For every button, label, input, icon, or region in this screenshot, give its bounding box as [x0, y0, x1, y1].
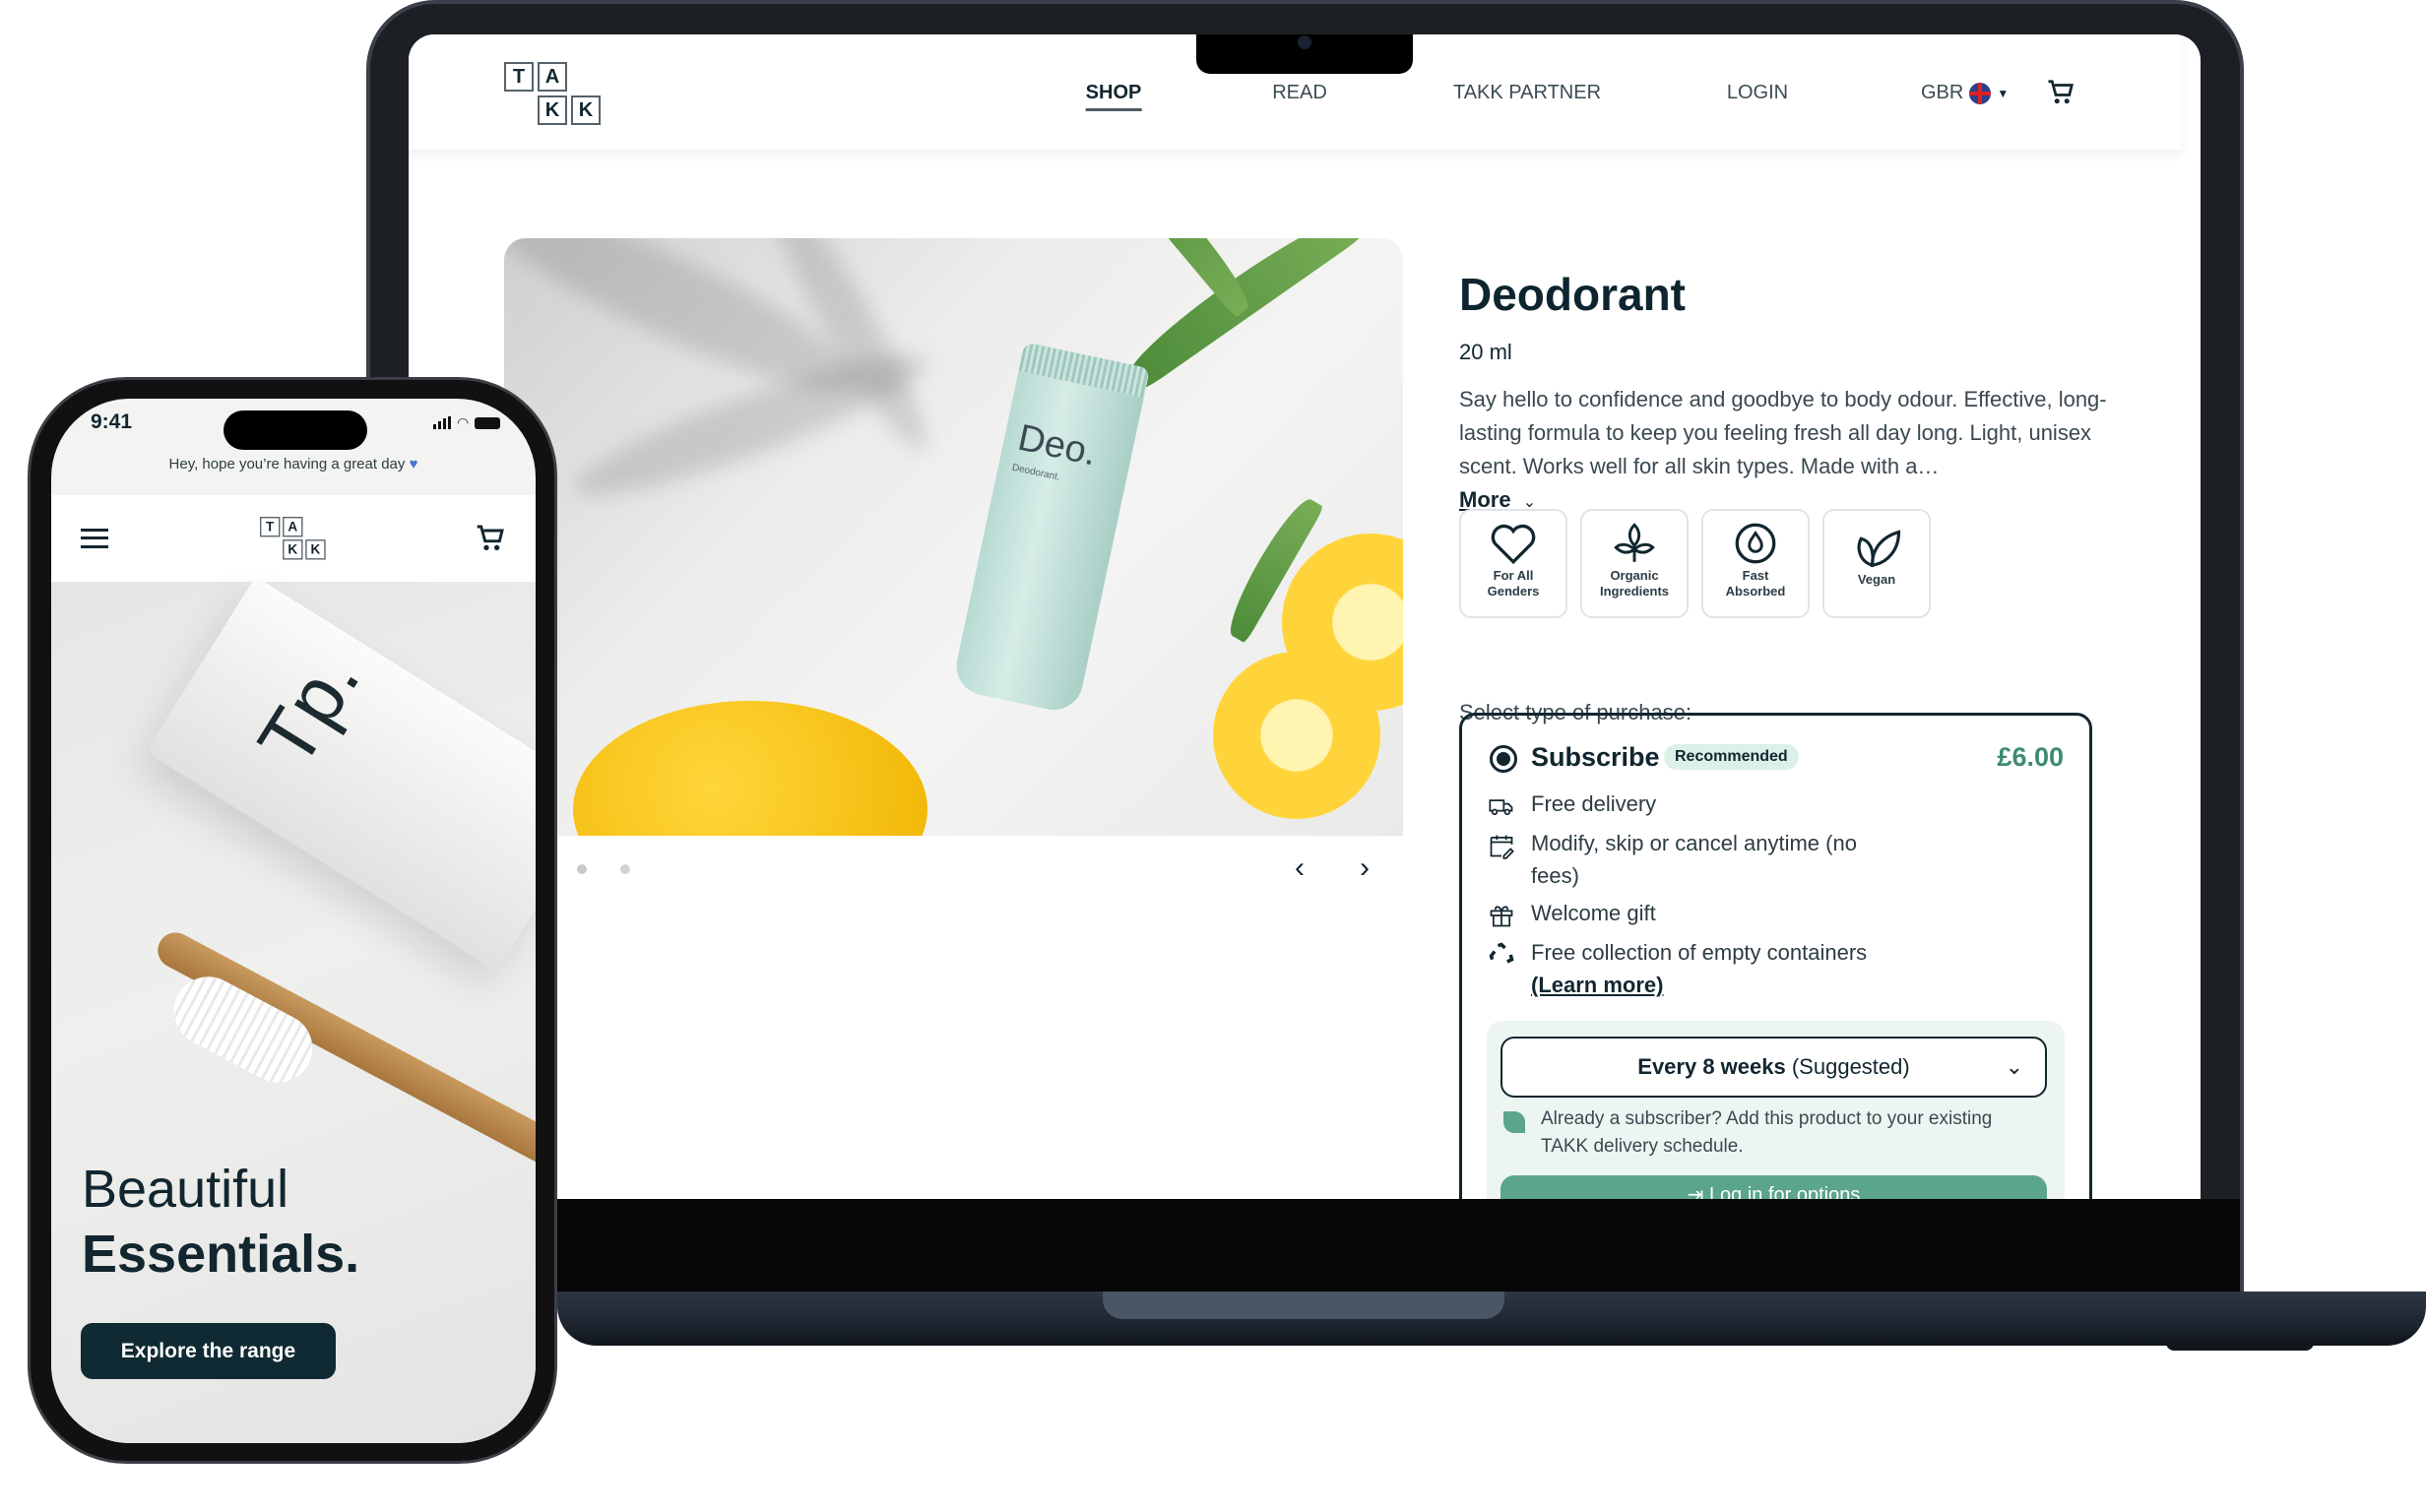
status-icons: ◠: [433, 414, 501, 430]
product-title: Deodorant: [1459, 269, 1686, 320]
hero-headline-line2: Essentials.: [82, 1225, 360, 1284]
camera-icon: [1298, 35, 1311, 49]
login-for-options-button[interactable]: ⇥ Log in for options: [1500, 1175, 2047, 1199]
product-description: Say hello to confidence and goodbye to b…: [1459, 387, 2107, 478]
feature-modify: Modify, skip or cancel anytime (no fees): [1531, 831, 1857, 888]
subscribe-radio[interactable]: [1490, 745, 1517, 773]
subscribe-label: Subscribe: [1531, 742, 1660, 772]
wifi-icon: ◠: [457, 414, 470, 430]
hamburger-menu-icon[interactable]: [81, 529, 108, 548]
calendar-edit-icon: [1490, 835, 1514, 859]
nav-shop[interactable]: SHOP: [1085, 82, 1142, 111]
badge-label: Organic Ingredients: [1599, 568, 1670, 598]
logo-letter: A: [283, 517, 303, 537]
region-selector[interactable]: GBR ▼: [1921, 82, 2009, 104]
badge-label: For All Genders: [1487, 568, 1540, 598]
greeting-banner: Hey, hope you’re having a great day ♥: [51, 456, 536, 472]
hero-image: Tp. Beautiful Essentials. Explore the ra…: [51, 576, 536, 1443]
feature-text: Free collection of empty containers: [1531, 940, 1868, 965]
status-time: 9:41: [91, 410, 133, 433]
sprout-icon: [1614, 523, 1655, 562]
product-size: 20 ml: [1459, 340, 1512, 364]
truck-icon: [1489, 799, 1513, 816]
aloe-leaf: [1117, 238, 1368, 393]
blue-heart-icon: ♥: [409, 456, 418, 472]
carousel-dot[interactable]: [620, 864, 630, 874]
badge-for-all-genders: For All Genders: [1459, 509, 1567, 618]
logo-letter: K: [571, 95, 601, 125]
laptop-bezel: [370, 1199, 2240, 1292]
chevron-right-icon[interactable]: ›: [1360, 853, 1370, 883]
cart-icon[interactable]: [2046, 78, 2075, 107]
learn-more-link[interactable]: (Learn more): [1531, 973, 1663, 997]
takk-logo[interactable]: T A K K: [504, 62, 612, 131]
greeting-text: Hey, hope you’re having a great day: [168, 456, 406, 472]
recommended-badge: Recommended: [1664, 744, 1799, 770]
badge-label: Vegan: [1857, 572, 1896, 587]
badge-organic: Organic Ingredients: [1580, 509, 1689, 618]
uk-flag-icon: [1969, 82, 1992, 104]
chevron-down-icon: ⌄: [2005, 1054, 2023, 1079]
battery-icon: [475, 417, 501, 429]
gift-icon: [1490, 906, 1513, 927]
logo-letter: K: [538, 95, 567, 125]
feature-free-delivery: Free delivery: [1531, 791, 1657, 816]
phone-screen: 9:41 ◠ Hey, hope you’re having a great d…: [51, 399, 536, 1443]
takk-logo[interactable]: T A K K: [260, 517, 326, 560]
leaf-icon: [1503, 1111, 1525, 1133]
explore-range-button[interactable]: Explore the range: [81, 1323, 336, 1379]
toothbrush-handle: [151, 926, 536, 1198]
logo-letter: K: [283, 539, 303, 560]
subscriber-note: Already a subscriber? Add this product t…: [1541, 1108, 1993, 1157]
cart-icon[interactable]: [475, 523, 506, 554]
caret-down-icon: ▼: [1997, 86, 2010, 100]
badge-label: Fast Absorbed: [1725, 568, 1786, 598]
carousel-dot-active[interactable]: [577, 864, 587, 874]
lemon-slice: [1213, 652, 1380, 819]
feature-welcome-gift: Welcome gift: [1531, 901, 1656, 925]
nav-takk-partner[interactable]: TAKK PARTNER: [1453, 82, 1601, 104]
droplet-cycle-icon: [1735, 523, 1776, 564]
logo-letter: T: [260, 517, 281, 537]
login-button-label: Log in for options: [1708, 1184, 1861, 1199]
badge-vegan: Vegan: [1822, 509, 1931, 618]
subscribe-price: £6.00: [1997, 742, 2064, 772]
toothpaste-tube: Tp.: [146, 576, 536, 972]
deodorant-tube: Deo. Deodorant.: [950, 342, 1151, 716]
nav-login[interactable]: LOGIN: [1727, 82, 1788, 104]
logo-letter: T: [504, 62, 534, 92]
login-icon: ⇥: [1687, 1184, 1709, 1199]
phone-header: T A K K: [51, 495, 536, 582]
logo-letter: A: [538, 62, 567, 92]
laptop-screen: T A K K SHOP READ TAKK PARTNER LOGIN GBR…: [409, 34, 2201, 1199]
lemon: [573, 701, 927, 836]
subscription-panel: Every 8 weeks (Suggested) ⌄ Already a su…: [1487, 1021, 2065, 1199]
leaves-icon: [1857, 530, 1901, 568]
hero-headline-line1: Beautiful: [82, 1160, 289, 1219]
dynamic-island: [223, 410, 367, 450]
frequency-note: (Suggested): [1791, 1054, 1910, 1079]
chevron-left-icon[interactable]: ‹: [1295, 853, 1305, 883]
badge-fast-absorbed: Fast Absorbed: [1701, 509, 1810, 618]
aloe-leaf: [1109, 238, 1258, 319]
logo-letter: K: [305, 539, 326, 560]
frequency-value: Every 8 weeks: [1637, 1054, 1786, 1079]
laptop-hinge-notch: [1103, 1292, 1504, 1319]
recycle-icon: [1489, 942, 1514, 964]
signal-icon: [433, 416, 451, 429]
feature-free-collection: Free collection of empty containers (Lear…: [1531, 936, 1945, 1001]
nav-read[interactable]: READ: [1272, 82, 1327, 104]
laptop-foot: [2166, 1341, 2314, 1351]
tube-cap: [1018, 342, 1151, 398]
subscribe-option[interactable]: Subscribe Recommended £6.00 Free deliver…: [1459, 713, 2092, 1199]
product-image[interactable]: Deo. Deodorant.: [504, 238, 1403, 836]
heart-icon: [1491, 524, 1536, 565]
region-label: GBR: [1921, 82, 1964, 103]
frequency-select[interactable]: Every 8 weeks (Suggested) ⌄: [1500, 1037, 2047, 1098]
toothpaste-label: Tp.: [241, 638, 376, 782]
